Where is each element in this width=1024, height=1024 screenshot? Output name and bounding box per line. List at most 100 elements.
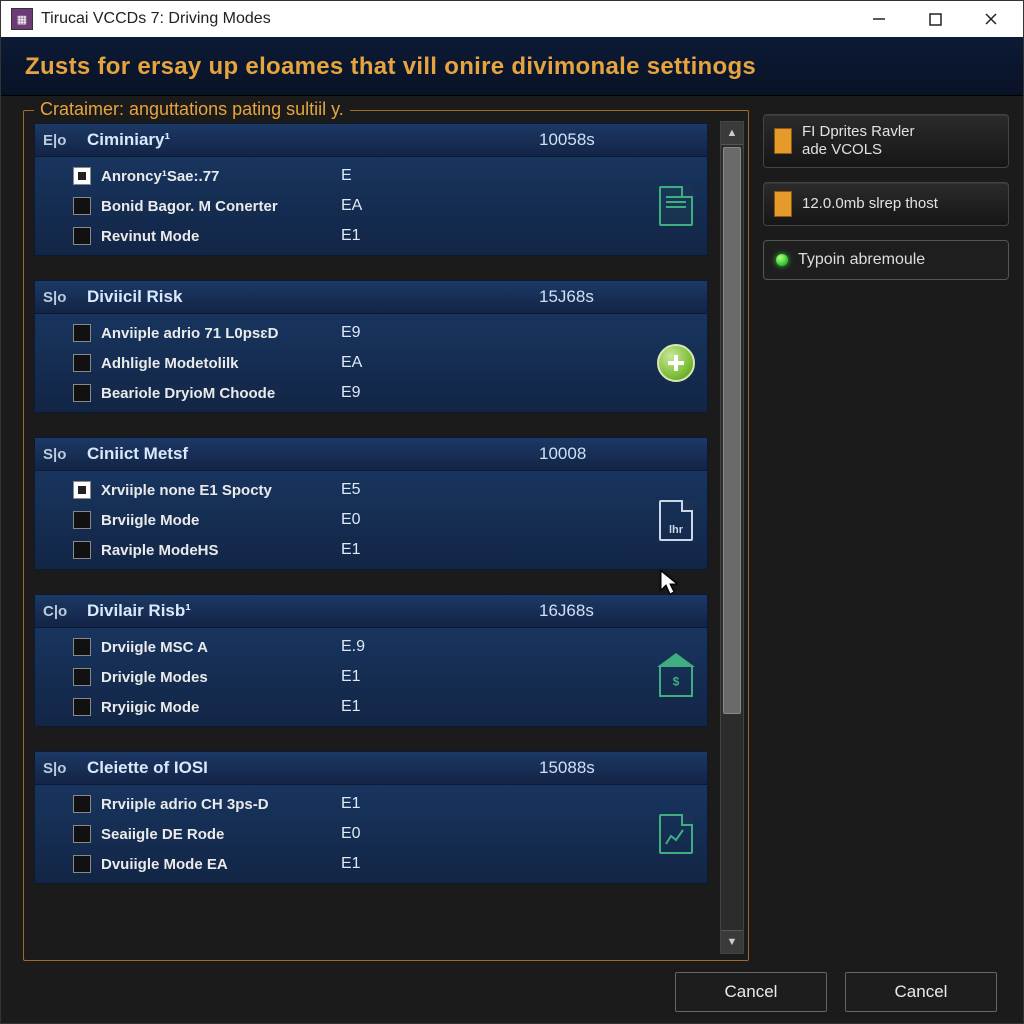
profiles-reader-button[interactable]: FI Dprites Ravler ade VCOLS <box>763 114 1009 168</box>
setting-row[interactable]: Raviple ModeHSE1 <box>35 535 707 565</box>
file-icon[interactable]: lhr <box>655 499 697 541</box>
download-button[interactable]: 12.0.0mb slrep thost <box>763 182 1009 226</box>
row-label: Beariole DryioM Choode <box>101 385 341 402</box>
add-icon[interactable] <box>655 342 697 384</box>
row-checkbox[interactable] <box>73 638 91 656</box>
group-header[interactable]: S|oCiniict Metsf10008 <box>34 437 708 471</box>
banner-text: Zusts for ersay up eloames that vill oni… <box>25 53 999 81</box>
row-checkbox[interactable] <box>73 227 91 245</box>
close-icon <box>984 12 998 26</box>
setting-row[interactable]: Seaiigle DE RodeE0 <box>35 819 707 849</box>
vertical-scrollbar[interactable]: ▲ ▼ <box>720 121 744 954</box>
minimize-button[interactable] <box>851 1 907 37</box>
footer: Cancel Cancel <box>1 961 1023 1023</box>
document-icon[interactable] <box>655 185 697 227</box>
setting-row[interactable]: Beariole DryioM ChoodeE9 <box>35 378 707 408</box>
row-checkbox[interactable] <box>73 354 91 372</box>
row-value: E1 <box>341 795 461 813</box>
row-value: E.9 <box>341 638 461 656</box>
group-code: 10058s <box>539 130 699 150</box>
row-value: E9 <box>341 324 461 342</box>
group-header[interactable]: S|oDiviicil Risk15J68s <box>34 280 708 314</box>
settings-groupbox: Crataimer: anguttations pating sultiil y… <box>23 110 749 961</box>
row-value: E0 <box>341 511 461 529</box>
group-prefix: S|o <box>43 446 87 463</box>
group-header[interactable]: E|oCiminiary¹10058s <box>34 123 708 157</box>
row-checkbox[interactable] <box>73 668 91 686</box>
group-title: Ciminiary¹ <box>87 130 539 150</box>
row-checkbox[interactable] <box>73 795 91 813</box>
row-label: Dvuiigle Mode EA <box>101 856 341 873</box>
row-value: E1 <box>341 541 461 559</box>
setting-row[interactable]: Drivigle ModesE1 <box>35 662 707 692</box>
settings-group: S|oCiniict Metsf10008 Xrviiple none E1 Sp… <box>34 437 708 570</box>
row-checkbox[interactable] <box>73 698 91 716</box>
group-body: Rrviiple adrio CH 3ps-DE1Seaiigle DE Rod… <box>34 785 708 884</box>
row-value: E9 <box>341 384 461 402</box>
scroll-up-button[interactable]: ▲ <box>721 122 743 145</box>
sidebar: FI Dprites Ravler ade VCOLS 12.0.0mb slr… <box>763 110 1009 961</box>
row-checkbox[interactable] <box>73 197 91 215</box>
home-icon[interactable]: $ <box>655 656 697 698</box>
setting-row[interactable]: Rryiigic ModeE1 <box>35 692 707 722</box>
row-label: Rrviiple adrio CH 3ps-D <box>101 796 341 813</box>
settings-group: S|oCleiette of IOSI15088sRrviiple adrio … <box>34 751 708 884</box>
settings-group: S|oDiviicil Risk15J68s Anviiple adrio 71 … <box>34 280 708 413</box>
profiles-reader-line2: ade VCOLS <box>802 141 915 159</box>
setting-row[interactable]: Anviiple adrio 71 L0psɛDE9 <box>35 318 707 348</box>
chart-file-icon[interactable] <box>655 813 697 855</box>
group-code: 15J68s <box>539 287 699 307</box>
setting-row[interactable]: Revinut ModeE1 <box>35 221 707 251</box>
row-checkbox[interactable] <box>73 384 91 402</box>
row-label: Drivigle Modes <box>101 669 341 686</box>
row-checkbox[interactable] <box>73 511 91 529</box>
setting-row[interactable]: Xrviiple none E1 SpoctyE5 <box>35 475 707 505</box>
setting-row[interactable]: Rrviiple adrio CH 3ps-DE1 <box>35 789 707 819</box>
row-checkbox[interactable] <box>73 855 91 873</box>
scroll-track[interactable] <box>721 145 743 930</box>
app-window: ▦ Tirucai VCCDs 7: Driving Modes Zusts f… <box>0 0 1024 1024</box>
app-icon: ▦ <box>11 8 33 30</box>
setting-row[interactable]: Dvuiigle Mode EAE1 <box>35 849 707 879</box>
row-checkbox[interactable] <box>73 481 91 499</box>
maximize-icon <box>929 13 942 26</box>
row-value: E1 <box>341 668 461 686</box>
status-indicator[interactable]: Typoin abremoule <box>763 240 1009 280</box>
profiles-reader-line1: FI Dprites Ravler <box>802 123 915 141</box>
body-row: Crataimer: anguttations pating sultiil y… <box>1 96 1023 961</box>
row-value: E1 <box>341 855 461 873</box>
row-checkbox[interactable] <box>73 541 91 559</box>
scroll-down-button[interactable]: ▼ <box>721 930 743 953</box>
row-label: Drviigle MSC A <box>101 639 341 656</box>
close-button[interactable] <box>963 1 1019 37</box>
row-checkbox[interactable] <box>73 825 91 843</box>
setting-row[interactable]: Bonid Bagor. M ConerterEA <box>35 191 707 221</box>
row-value: E <box>341 167 461 185</box>
setting-row[interactable]: Drviigle MSC AE.9 <box>35 632 707 662</box>
setting-row[interactable]: Anroncy¹Sae:.77E <box>35 161 707 191</box>
row-checkbox[interactable] <box>73 167 91 185</box>
group-prefix: S|o <box>43 289 87 306</box>
group-code: 15088s <box>539 758 699 778</box>
groupbox-legend: Crataimer: anguttations pating sultiil y… <box>34 99 350 120</box>
group-prefix: C|o <box>43 603 87 620</box>
row-value: E1 <box>341 698 461 716</box>
scroll-thumb[interactable] <box>723 147 741 714</box>
row-checkbox[interactable] <box>73 324 91 342</box>
settings-group: E|oCiminiary¹10058sAnroncy¹Sae:.77EBonid… <box>34 123 708 256</box>
setting-row[interactable]: Adhligle ModetolilkEA <box>35 348 707 378</box>
group-code: 16J68s <box>539 601 699 621</box>
row-label: Raviple ModeHS <box>101 542 341 559</box>
status-text: Typoin abremoule <box>798 251 925 269</box>
maximize-button[interactable] <box>907 1 963 37</box>
group-body: Anroncy¹Sae:.77EBonid Bagor. M ConerterE… <box>34 157 708 256</box>
footer-button-2[interactable]: Cancel <box>845 972 997 1012</box>
footer-button-1[interactable]: Cancel <box>675 972 827 1012</box>
group-header[interactable]: C|oDivilair Risb¹16J68s <box>34 594 708 628</box>
row-value: E1 <box>341 227 461 245</box>
row-value: EA <box>341 354 461 372</box>
group-title: Cleiette of IOSI <box>87 758 539 778</box>
row-label: Seaiigle DE Rode <box>101 826 341 843</box>
setting-row[interactable]: Brviigle ModeE0 <box>35 505 707 535</box>
group-header[interactable]: S|oCleiette of IOSI15088s <box>34 751 708 785</box>
